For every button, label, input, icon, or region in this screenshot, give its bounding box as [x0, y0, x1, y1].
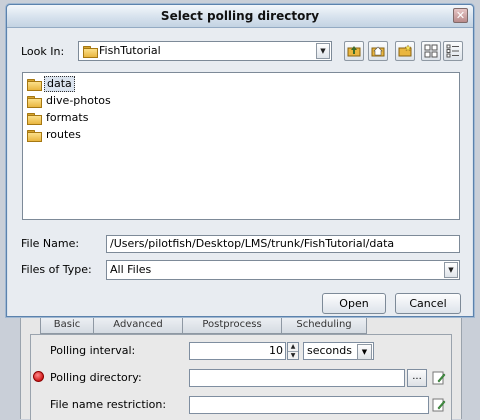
edit-document-icon[interactable]	[432, 371, 446, 385]
chevron-down-icon[interactable]: ▼	[357, 344, 372, 360]
file-name-restriction-label: File name restriction:	[50, 398, 167, 411]
look-in-select[interactable]: FishTutorial ▼	[78, 41, 332, 61]
background-tab-strip: Basic Advanced Postprocess Scheduling	[40, 318, 458, 334]
file-type-value: All Files	[110, 263, 152, 276]
home-icon	[371, 46, 385, 57]
tab-label: Basic	[53, 319, 81, 330]
tab-advanced[interactable]: Advanced	[93, 318, 183, 334]
new-folder-button[interactable]	[395, 41, 415, 61]
polling-directory-input[interactable]	[189, 369, 405, 387]
new-folder-icon	[398, 44, 412, 57]
close-icon: ✕	[455, 9, 466, 22]
file-name-restriction-input[interactable]	[189, 396, 429, 414]
polling-interval-stepper[interactable]: ▲ ▼	[287, 342, 299, 360]
chevron-down-icon[interactable]: ▼	[316, 43, 330, 59]
interval-unit-select[interactable]: seconds ▼	[303, 342, 374, 360]
list-view-button[interactable]	[421, 41, 441, 61]
list-item-data[interactable]: data	[27, 76, 87, 92]
list-item-dive-photos[interactable]: dive-photos	[27, 93, 127, 109]
error-icon	[33, 371, 44, 382]
details-view-icon	[446, 44, 459, 58]
folder-icon	[83, 46, 98, 58]
up-one-level-button[interactable]	[344, 41, 364, 61]
folder-icon	[27, 113, 42, 125]
folder-icon	[27, 79, 42, 91]
tab-basic[interactable]: Basic	[40, 318, 94, 334]
list-item-routes[interactable]: routes	[27, 127, 107, 143]
file-name-input[interactable]: /Users/pilotfish/Desktop/LMS/trunk/FishT…	[106, 235, 460, 253]
file-name: routes	[46, 128, 81, 141]
look-in-label: Look In:	[21, 45, 65, 58]
cancel-button[interactable]: Cancel	[395, 293, 461, 314]
dialog-titlebar[interactable]: Select polling directory ✕	[7, 5, 473, 28]
folder-icon	[27, 130, 42, 142]
polling-directory-label: Polling directory:	[50, 371, 142, 384]
polling-interval-input[interactable]: 10	[189, 342, 286, 360]
list-view-icon	[424, 44, 438, 58]
details-view-button[interactable]	[443, 41, 463, 61]
stepper-up-icon[interactable]: ▲	[288, 343, 298, 352]
tab-scheduling[interactable]: Scheduling	[281, 318, 367, 334]
file-type-select[interactable]: All Files ▼	[106, 260, 460, 280]
file-name: data	[44, 76, 75, 92]
open-button[interactable]: Open	[322, 293, 386, 314]
home-button[interactable]	[368, 41, 388, 61]
file-name: dive-photos	[46, 94, 111, 107]
dialog-body: Look In: FishTutorial ▼ data dive-photos…	[8, 28, 472, 316]
stepper-down-icon[interactable]: ▼	[288, 352, 298, 360]
look-in-value: FishTutorial	[99, 44, 161, 57]
folder-icon	[27, 96, 42, 108]
list-item-formats[interactable]: formats	[27, 110, 107, 126]
select-directory-dialog: Select polling directory ✕ Look In: Fish…	[6, 4, 474, 317]
edit-document-icon[interactable]	[432, 398, 446, 412]
tab-label: Advanced	[113, 319, 163, 330]
file-name-label: File Name:	[21, 237, 80, 250]
up-folder-icon	[347, 46, 361, 57]
file-name: formats	[46, 111, 89, 124]
tab-label: Scheduling	[296, 319, 352, 330]
chevron-down-icon[interactable]: ▼	[444, 262, 458, 278]
dialog-title: Select polling directory	[160, 9, 320, 23]
browse-button[interactable]: ...	[407, 369, 427, 387]
close-button[interactable]: ✕	[453, 8, 468, 23]
file-list[interactable]: data dive-photos formats routes	[22, 72, 460, 220]
polling-interval-label: Polling interval:	[50, 344, 136, 357]
file-type-label: Files of Type:	[21, 263, 92, 276]
tab-postprocess[interactable]: Postprocess	[182, 318, 282, 334]
interval-unit-value: seconds	[307, 344, 352, 357]
tab-label: Postprocess	[202, 319, 262, 330]
